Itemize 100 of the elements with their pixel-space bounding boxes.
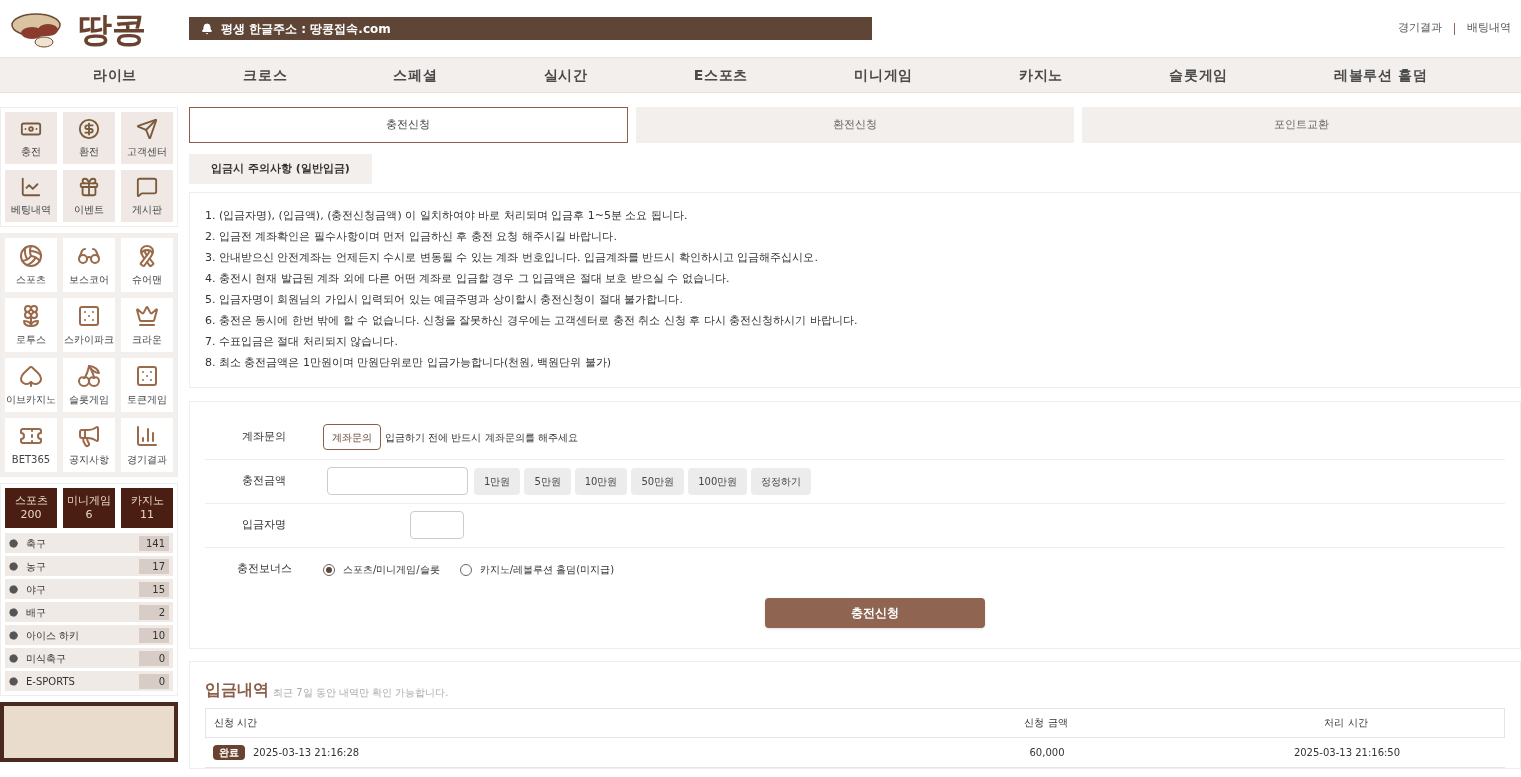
category-count: 6 [85,508,93,522]
game-menu-item[interactable]: 스포츠 [5,238,57,292]
table-cell-text: 60,000 [1028,745,1066,760]
sport-count: 2 [139,604,169,620]
game-menu-item[interactable]: 스카이파크 [63,298,115,352]
notice-text: 평생 한글주소 : 땅콩접속.com [221,20,391,38]
amount-button[interactable]: 5만원 [524,467,571,495]
tab[interactable]: 포인트교환 [1082,107,1521,143]
quick-menu-item[interactable]: 이벤트 [63,170,115,222]
bonus-radio[interactable]: 카지노/레볼루션 홀덤(미지급) [459,562,615,577]
category-tab[interactable]: 미니게임 6 [63,488,115,528]
nav-item[interactable]: 실시간 [543,64,588,86]
form-label: 충전금액 [241,472,287,489]
category-label: 카지노 [130,494,164,508]
history-subtitle: 최근 7일 동안 내역만 확인 가능합니다. [273,685,449,700]
sport-count: 17 [139,558,169,574]
amount-button[interactable]: 100만원 [688,467,748,495]
nav-item[interactable]: 스페셜 [393,64,438,86]
notice-line: 3. 안내받으신 안전계좌는 언제든지 수시로 변동될 수 있는 계좌 번호입니다. 입금계좌를 반드시 확인하시고 입금해주십시오. [205,251,819,266]
depositor-field[interactable] [410,511,464,539]
sport-count: 141 [139,535,169,551]
sport-row[interactable]: 미식축구 0 [5,648,173,668]
status-badge: 완료 [213,744,245,760]
chart-icon [135,423,159,448]
nav-item[interactable]: 미니게임 [854,64,913,86]
sport-row[interactable]: E-SPORTS 0 [5,671,173,691]
nav-item[interactable]: 카지노 [1019,64,1064,86]
column-header: 처리 시간 [1323,716,1369,730]
sport-row[interactable]: 아이스 하키 10 [5,625,173,645]
amount-button[interactable]: 10만원 [574,467,628,495]
speech-bubble-icon [136,175,158,198]
notice-line: 4. 충전시 현재 발급된 계좌 외에 다른 어떤 계좌로 입금할 경우 그 입금액은 절대 보호 받으실 수 없습니다. [205,272,731,287]
history-title: 입금내역 [205,678,269,701]
sport-row[interactable]: 농구 17 [5,556,173,576]
quick-menu-item[interactable]: 베팅내역 [5,170,57,222]
game-menu-item[interactable]: 크라운 [121,298,173,352]
notice-line: 6. 충전은 동시에 한번 밖에 할 수 없습니다. 신청을 잘못하신 경우에는 고객센터로 충전 취소 신청 후 다시 충전신청하시기 바랍니다. [205,314,859,329]
sport-name: 배구 [26,605,47,620]
sport-name: 농구 [26,559,47,574]
tab[interactable]: 충전신청 [189,107,628,143]
notice-line: 7. 수표입금은 절대 처리되지 않습니다. [205,335,399,350]
amount-button[interactable]: 50만원 [631,467,685,495]
header-link[interactable]: 배팅내역 [1467,20,1511,37]
game-menu-item[interactable]: 보스코어 [63,238,115,292]
nav-item[interactable]: 크로스 [243,64,288,86]
category-tab[interactable]: 카지노 11 [121,488,173,528]
megaphone-icon [77,423,101,448]
nav-item[interactable]: 라이브 [93,64,138,86]
table-cell-text: 2025-03-13 21:16:50 [1292,745,1402,760]
category-label: 미니게임 [67,494,111,508]
quick-menu-item[interactable]: 고객센터 [121,112,173,164]
game-menu-item[interactable]: BET365 [5,418,57,472]
quick-menu-item[interactable]: 게시판 [121,170,173,222]
dice-icon [135,363,159,388]
sport-count: 0 [139,673,169,689]
amount-button[interactable]: 정정하기 [751,467,812,495]
quick-menu-item[interactable]: 충전 [5,112,57,164]
game-menu-item[interactable]: 경기결과 [121,418,173,472]
nav-item[interactable]: E스포츠 [693,64,749,86]
sport-row[interactable]: 야구 15 [5,579,173,599]
tab[interactable]: 환전신청 [635,107,1075,143]
game-menu-item[interactable]: 슬롯게임 [63,358,115,412]
category-label: 스포츠 [14,494,48,508]
sport-row[interactable]: 배구 2 [5,602,173,622]
amount-button[interactable]: 1만원 [474,467,521,495]
table-cell-text: 2025-03-13 21:16:28 [253,745,360,760]
game-menu-item[interactable]: 이브카지노 [5,358,57,412]
game-menu-item[interactable]: 공지사항 [63,418,115,472]
sport-name: 미식축구 [26,651,67,666]
paper-plane-icon [136,117,158,140]
notice-line: 2. 입금전 계좌확인은 필수사항이며 먼저 입금하신 후 충전 요청 해주시길 바랍니다. [205,230,618,245]
sport-count: 15 [139,581,169,597]
sport-count: 0 [139,650,169,666]
nav-item[interactable]: 슬롯게임 [1169,64,1228,86]
sport-name: 야구 [26,582,47,597]
dice-icon [77,303,101,328]
account-inquiry-button[interactable]: 계좌문의 [323,424,381,450]
category-tab[interactable]: 스포츠 200 [5,488,57,528]
nav-item[interactable]: 레볼루션 홀덤 [1334,64,1428,86]
coin-icon [78,117,100,140]
sport-name: 축구 [26,536,47,551]
notice-tab[interactable]: 입금시 주의사항 (일반입금) [189,154,372,184]
header-link[interactable]: 경기결과 [1398,20,1442,37]
sport-name: E-SPORTS [26,674,76,689]
game-menu-item[interactable]: 토큰게임 [121,358,173,412]
sport-row[interactable]: 축구 141 [5,533,173,553]
chart-icon [20,175,42,198]
column-header: 신청 금액 [1023,716,1069,730]
bell-icon [201,22,213,35]
submit-button[interactable]: 충전신청 [765,597,985,628]
amount-field[interactable] [327,467,468,495]
column-header: 신청 시간 [214,716,259,730]
notice-line: 8. 최소 충전금액은 1만원이며 만원단위로만 입금가능합니다(천원, 백원단위 불가) [205,356,613,371]
game-menu-item[interactable]: 슈어맨 [121,238,173,292]
sport-count: 10 [139,627,169,643]
bonus-radio[interactable]: 스포츠/미니게임/슬롯 [323,562,440,577]
category-count: 11 [140,508,154,522]
quick-menu-item[interactable]: 환전 [63,112,115,164]
logo-text[interactable]: 땅콩 [78,11,146,46]
game-menu-item[interactable]: 로투스 [5,298,57,352]
